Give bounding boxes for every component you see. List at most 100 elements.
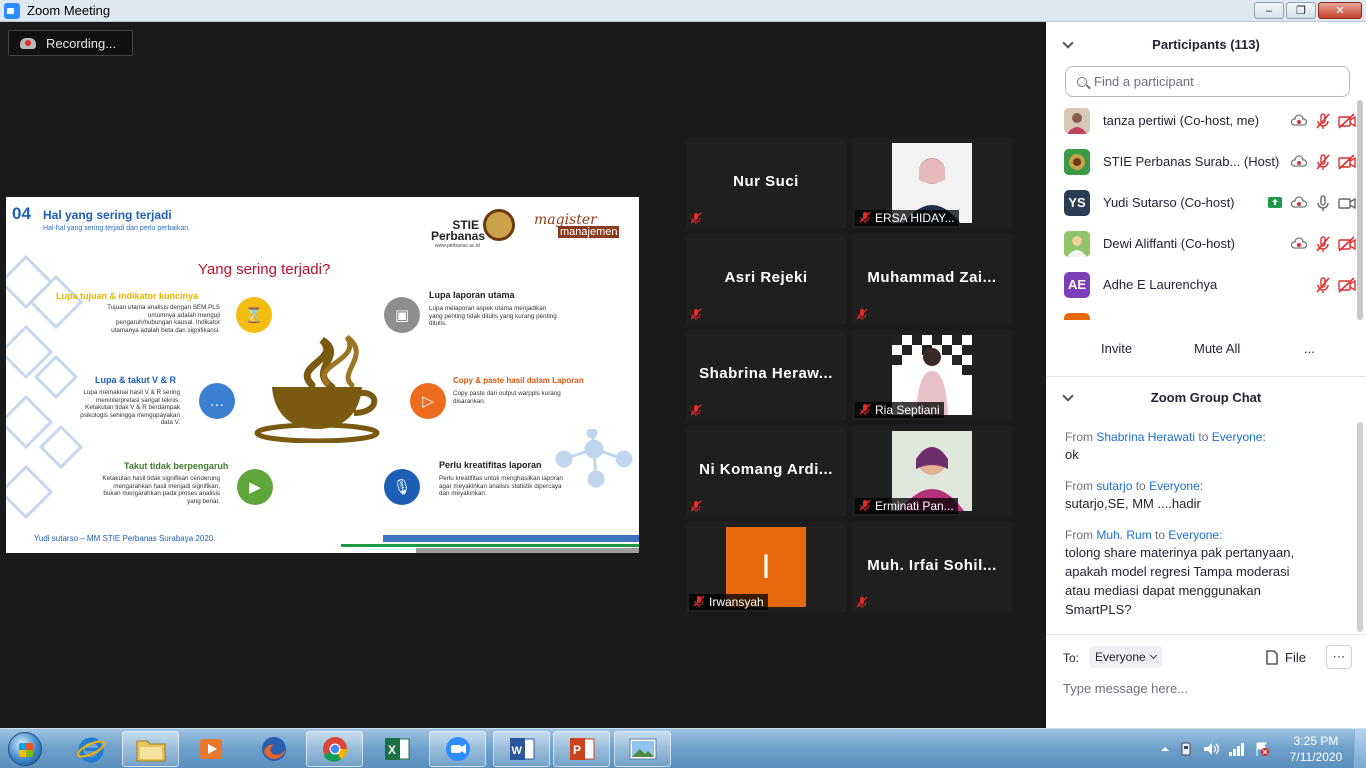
molecule-decoration: [555, 429, 633, 488]
item-desc-lupa-laporan: Lupa melaporan aspek utama menjadikan ya…: [429, 305, 557, 328]
participants-more-button[interactable]: ...: [1294, 335, 1325, 361]
close-button[interactable]: ✕: [1318, 2, 1362, 19]
taskbar-photo-viewer[interactable]: [614, 731, 671, 767]
taskbar-file-explorer[interactable]: [122, 731, 179, 767]
zoom-icon: [445, 737, 470, 761]
minimize-button[interactable]: –: [1254, 2, 1284, 19]
participant-search[interactable]: [1065, 66, 1350, 97]
participant-name: Adhe E Laurenchya: [1103, 277, 1218, 292]
avatar: [1064, 107, 1090, 134]
video-tile[interactable]: ERSA HIDAY...: [852, 138, 1012, 228]
screen-share-icon: [1268, 196, 1282, 208]
participant-name: tanza pertiwi (Co-host, me): [1103, 113, 1260, 128]
participant-name: STIE Perbanas Surab... (Host): [1103, 154, 1280, 169]
msg-sender[interactable]: Shabrina Herawati: [1096, 430, 1195, 444]
collapse-chevron-icon[interactable]: [1062, 390, 1074, 402]
taskbar-word[interactable]: W: [493, 731, 550, 767]
taskbar-internet-explorer[interactable]: [62, 731, 119, 767]
participant-name: Shabrina Heraw...: [699, 365, 833, 382]
taskbar-powerpoint[interactable]: P: [553, 731, 610, 767]
taskbar-firefox[interactable]: [245, 731, 302, 767]
participant-row[interactable]: YS Yudi Sutarso (Co-host): [1046, 182, 1356, 223]
chat-message: From Muh. Rum to Everyone: tolong share …: [1065, 528, 1295, 619]
msg-sender[interactable]: Muh. Rum: [1096, 528, 1151, 542]
network-signal-icon[interactable]: [1228, 741, 1246, 757]
taskbar-media-player[interactable]: [182, 731, 239, 767]
shared-screen-slide: 04 Hal yang sering terjadi Hal-hal yang …: [6, 197, 639, 553]
video-tile[interactable]: I Irwansyah: [686, 522, 846, 612]
chat-more-button[interactable]: ⋯: [1326, 645, 1352, 669]
taskbar-chrome[interactable]: [306, 731, 363, 767]
participant-row[interactable]: Dewi Aliffanti (Co-host): [1046, 223, 1356, 264]
video-tile[interactable]: Ria Septiani: [852, 330, 1012, 420]
msg-to-label: to: [1198, 430, 1209, 444]
taskbar-excel[interactable]: X: [368, 731, 425, 767]
video-off-icon[interactable]: [1338, 276, 1356, 294]
taskbar-zoom[interactable]: [429, 731, 486, 767]
mic-icon[interactable]: [1314, 194, 1332, 212]
chat-message-input[interactable]: [1063, 676, 1353, 700]
maximize-button[interactable]: ❐: [1286, 2, 1316, 19]
avatar-photo: [1064, 107, 1090, 134]
video-off-icon[interactable]: [1338, 235, 1356, 253]
mute-all-button[interactable]: Mute All: [1184, 335, 1251, 361]
participant-row[interactable]: tanza pertiwi (Co-host, me): [1046, 100, 1356, 141]
participants-title: Participants (113): [1152, 36, 1260, 52]
participant-name: Erminati Pan...: [875, 499, 954, 513]
muted-mic-icon[interactable]: [1314, 112, 1332, 130]
meeting-stage: Recording... 04 Hal yang sering terjadi …: [0, 22, 1046, 728]
msg-to-label: to: [1135, 479, 1146, 493]
item-desc-takut-tidak: Ketakutan hasil tidak signifikan cenderu…: [102, 475, 220, 505]
video-off-icon[interactable]: [1338, 112, 1356, 130]
item-title-takut-tidak: Takut tidak berpengaruh: [124, 461, 229, 471]
action-center-flag-icon[interactable]: [1254, 741, 1270, 757]
participant-row[interactable]: AE Adhe E Laurenchya: [1046, 264, 1356, 305]
video-tile[interactable]: Shabrina Heraw...: [686, 330, 846, 420]
taskbar-clock[interactable]: 3:25 PM 7/11/2020: [1280, 733, 1352, 765]
usb-device-icon[interactable]: [1178, 741, 1194, 757]
system-tray: [1160, 729, 1270, 768]
participant-label: Erminati Pan...: [855, 498, 958, 514]
video-tile[interactable]: Muh. Irfai Sohil...: [852, 522, 1012, 612]
video-tile[interactable]: Erminati Pan...: [852, 426, 1012, 516]
excel-icon: X: [384, 738, 409, 760]
recording-indicator[interactable]: Recording...: [8, 30, 133, 56]
msg-from-label: From: [1065, 430, 1093, 444]
video-camera-icon[interactable]: [1338, 194, 1356, 212]
speaker-icon[interactable]: [1202, 741, 1220, 757]
video-tile[interactable]: Ni Komang Ardi...: [686, 426, 846, 516]
show-desktop-button[interactable]: [1354, 729, 1366, 768]
svg-text:X: X: [388, 743, 396, 757]
video-tile[interactable]: Muhammad Zai...: [852, 234, 1012, 324]
participant-name: Irwansyah: [709, 595, 764, 609]
msg-recipient[interactable]: Everyone:: [1212, 430, 1266, 444]
muted-mic-icon[interactable]: [1314, 235, 1332, 253]
participant-search-input[interactable]: [1094, 74, 1334, 89]
collapse-chevron-icon[interactable]: [1062, 37, 1074, 49]
chat-bubble-icon: …: [199, 383, 235, 419]
video-off-icon[interactable]: [1338, 153, 1356, 171]
msg-recipient[interactable]: Everyone:: [1168, 528, 1222, 542]
chat-recipient-row: To: Everyone File ⋯: [1046, 645, 1366, 671]
participant-row[interactable]: STIE Perbanas Surab... (Host): [1046, 141, 1356, 182]
chat-file-button[interactable]: File: [1266, 646, 1306, 668]
start-button[interactable]: [2, 730, 48, 768]
msg-sender[interactable]: sutarjo: [1096, 479, 1132, 493]
muted-mic-icon[interactable]: [1314, 153, 1332, 171]
chat-recipient-select[interactable]: Everyone: [1089, 646, 1162, 668]
msg-recipient[interactable]: Everyone:: [1149, 479, 1203, 493]
chrome-icon: [322, 737, 347, 762]
chat-scrollbar[interactable]: [1357, 422, 1363, 632]
muted-mic-icon[interactable]: [1314, 276, 1332, 294]
invite-button[interactable]: Invite: [1091, 335, 1143, 361]
video-tile[interactable]: Asri Rejeki: [686, 234, 846, 324]
participant-label: Ria Septiani: [855, 402, 944, 418]
participant-row[interactable]: [1046, 305, 1356, 320]
participant-name: Nur Suci: [733, 173, 799, 190]
video-tile[interactable]: Nur Suci: [686, 138, 846, 228]
participant-list-scrollbar[interactable]: [1357, 100, 1363, 320]
windows-taskbar: X W P 3:25 PM 7/11/2020: [0, 728, 1366, 768]
slide-footer-bar-green: [341, 544, 639, 547]
media-player-icon: [199, 739, 222, 759]
tray-expand-icon[interactable]: [1160, 744, 1170, 754]
